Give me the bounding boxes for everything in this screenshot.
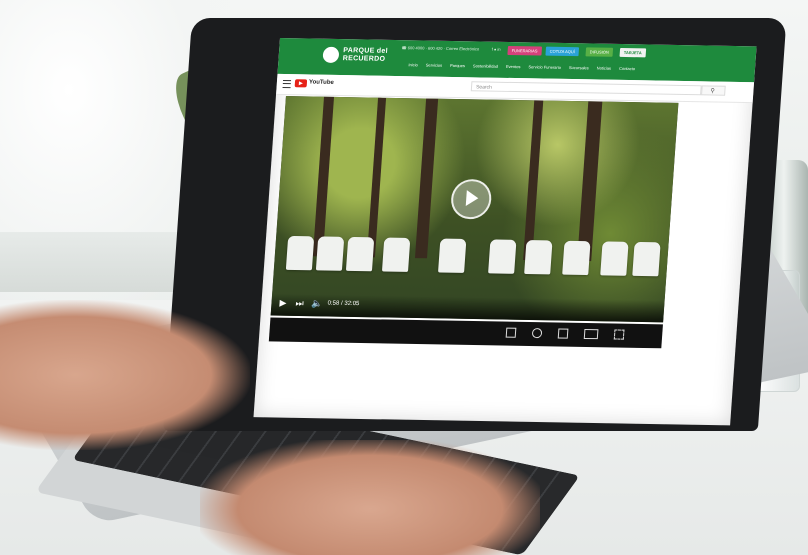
social-icons[interactable]: f ● in (492, 47, 501, 52)
cta-cotiza[interactable]: COTIZA AQUÍ (545, 46, 580, 57)
chair (345, 236, 375, 272)
contact-info: ☎ 600 4000 · 600 420 · Correo Electrónic… (401, 45, 480, 52)
nav-item[interactable]: Servicio Funerario (528, 64, 561, 70)
site-logo[interactable]: PARQUE del RECUERDO (322, 46, 388, 64)
laptop-screen: PARQUE del RECUERDO ☎ 600 4000 · 600 420… (253, 38, 757, 426)
nav-item[interactable]: Parques (450, 63, 465, 68)
miniplayer-icon[interactable] (557, 328, 569, 339)
nav-item[interactable]: Contacto (619, 66, 635, 71)
youtube-logo-text: YouTube (308, 79, 334, 86)
player-bottom-bar (268, 317, 663, 349)
search-input[interactable]: Search (470, 81, 702, 96)
cta-funerarias[interactable]: FUNERARIAS (507, 45, 542, 56)
volume-icon[interactable]: 🔈 (311, 298, 323, 309)
tree-logo-icon (322, 46, 340, 63)
fullscreen-icon[interactable] (613, 329, 625, 340)
nav-item[interactable]: Noticias (597, 66, 612, 71)
audience-chairs (272, 235, 669, 303)
menu-icon[interactable] (282, 80, 292, 89)
search-button[interactable]: ⚲ (701, 85, 726, 96)
chair (562, 240, 591, 276)
site-nav: Inicio Servicios Parques Sostenibilidad … (408, 62, 635, 71)
logo-line-2: RECUERDO (342, 55, 386, 63)
nav-item[interactable]: Servicios (426, 63, 443, 68)
photo-scene: PARQUE del RECUERDO ☎ 600 4000 · 600 420… (0, 0, 808, 555)
chair (285, 235, 315, 271)
nav-item[interactable]: Inicio (408, 62, 418, 67)
cta-tarjeta[interactable]: TARJETA (619, 47, 647, 58)
cta-difusion[interactable]: DIFUSIÓN (585, 47, 614, 57)
theater-icon[interactable] (583, 328, 599, 340)
search-icon: ⚲ (710, 88, 715, 95)
chair (438, 238, 467, 273)
video-player[interactable]: ▶ ⏭ 🔈 0:58 / 32:05 (270, 96, 679, 323)
chair (600, 241, 629, 276)
chair (488, 239, 517, 274)
chair (524, 240, 553, 275)
next-icon[interactable]: ⏭ (295, 298, 304, 309)
settings-icon[interactable] (531, 328, 543, 339)
right-hand (200, 440, 540, 555)
youtube-logo-icon[interactable] (294, 79, 308, 88)
nav-item[interactable]: Sostenibilidad (473, 63, 498, 68)
captions-icon[interactable] (505, 327, 517, 338)
left-hand (0, 300, 250, 450)
time-display: 0:58 / 32:05 (327, 300, 360, 308)
chair (381, 237, 411, 272)
chair (632, 241, 661, 277)
nav-item[interactable]: Eventos (506, 64, 521, 69)
nav-item[interactable]: Sucursales (569, 65, 589, 70)
chair (315, 236, 345, 271)
play-icon[interactable]: ▶ (279, 298, 287, 309)
